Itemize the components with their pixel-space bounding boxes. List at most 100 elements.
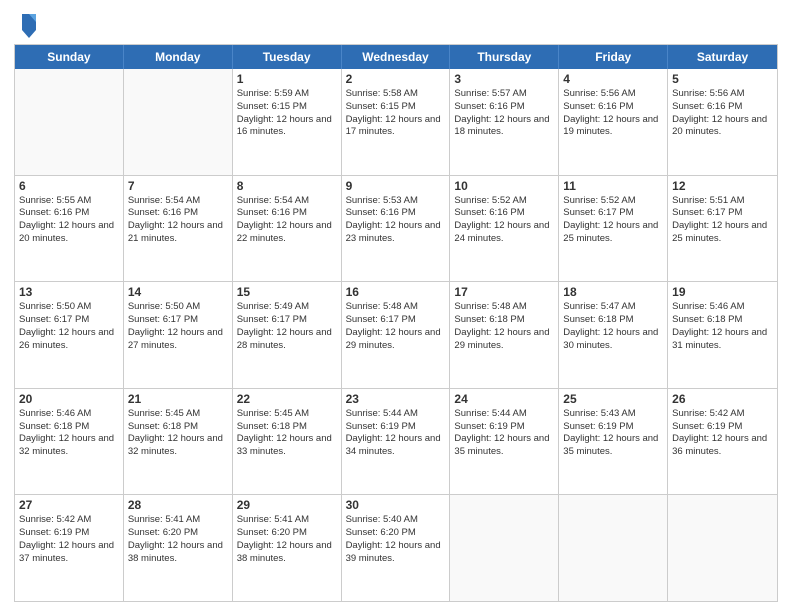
day-info: Sunrise: 5:52 AM Sunset: 6:17 PM Dayligh… <box>563 195 663 246</box>
day-number: 7 <box>128 179 228 193</box>
day-cell-empty-4-6 <box>668 495 777 601</box>
day-number: 12 <box>672 179 773 193</box>
day-number: 13 <box>19 285 119 299</box>
calendar-header: SundayMondayTuesdayWednesdayThursdayFrid… <box>15 45 777 69</box>
day-info: Sunrise: 5:52 AM Sunset: 6:16 PM Dayligh… <box>454 195 554 246</box>
day-info: Sunrise: 5:42 AM Sunset: 6:19 PM Dayligh… <box>19 514 119 565</box>
day-number: 24 <box>454 392 554 406</box>
calendar-row-5: 27 Sunrise: 5:42 AM Sunset: 6:19 PM Dayli… <box>15 494 777 601</box>
day-cell-23: 23 Sunrise: 5:44 AM Sunset: 6:19 PM Dayli… <box>342 389 451 495</box>
day-number: 26 <box>672 392 773 406</box>
day-info: Sunrise: 5:46 AM Sunset: 6:18 PM Dayligh… <box>672 301 773 352</box>
day-cell-11: 11 Sunrise: 5:52 AM Sunset: 6:17 PM Dayli… <box>559 176 668 282</box>
day-number: 5 <box>672 72 773 86</box>
day-number: 20 <box>19 392 119 406</box>
day-number: 11 <box>563 179 663 193</box>
day-cell-15: 15 Sunrise: 5:49 AM Sunset: 6:17 PM Dayli… <box>233 282 342 388</box>
day-info: Sunrise: 5:58 AM Sunset: 6:15 PM Dayligh… <box>346 88 446 139</box>
day-info: Sunrise: 5:41 AM Sunset: 6:20 PM Dayligh… <box>237 514 337 565</box>
day-number: 21 <box>128 392 228 406</box>
day-number: 15 <box>237 285 337 299</box>
day-header-monday: Monday <box>124 45 233 69</box>
day-cell-19: 19 Sunrise: 5:46 AM Sunset: 6:18 PM Dayli… <box>668 282 777 388</box>
day-info: Sunrise: 5:43 AM Sunset: 6:19 PM Dayligh… <box>563 408 663 459</box>
day-number: 29 <box>237 498 337 512</box>
day-info: Sunrise: 5:45 AM Sunset: 6:18 PM Dayligh… <box>128 408 228 459</box>
day-header-saturday: Saturday <box>668 45 777 69</box>
day-header-friday: Friday <box>559 45 668 69</box>
day-info: Sunrise: 5:59 AM Sunset: 6:15 PM Dayligh… <box>237 88 337 139</box>
day-info: Sunrise: 5:50 AM Sunset: 6:17 PM Dayligh… <box>128 301 228 352</box>
day-cell-14: 14 Sunrise: 5:50 AM Sunset: 6:17 PM Dayli… <box>124 282 233 388</box>
day-info: Sunrise: 5:40 AM Sunset: 6:20 PM Dayligh… <box>346 514 446 565</box>
day-info: Sunrise: 5:49 AM Sunset: 6:17 PM Dayligh… <box>237 301 337 352</box>
day-info: Sunrise: 5:50 AM Sunset: 6:17 PM Dayligh… <box>19 301 119 352</box>
day-info: Sunrise: 5:54 AM Sunset: 6:16 PM Dayligh… <box>128 195 228 246</box>
day-info: Sunrise: 5:44 AM Sunset: 6:19 PM Dayligh… <box>346 408 446 459</box>
day-cell-7: 7 Sunrise: 5:54 AM Sunset: 6:16 PM Daylig… <box>124 176 233 282</box>
day-cell-1: 1Sunrise: 5:59 AM Sunset: 6:15 PM Daylig… <box>233 69 342 175</box>
day-number: 25 <box>563 392 663 406</box>
day-number: 28 <box>128 498 228 512</box>
calendar-body: 1Sunrise: 5:59 AM Sunset: 6:15 PM Daylig… <box>15 69 777 601</box>
day-info: Sunrise: 5:44 AM Sunset: 6:19 PM Dayligh… <box>454 408 554 459</box>
day-number: 19 <box>672 285 773 299</box>
day-cell-4: 4Sunrise: 5:56 AM Sunset: 6:16 PM Daylig… <box>559 69 668 175</box>
day-number: 23 <box>346 392 446 406</box>
day-cell-empty-0-1 <box>124 69 233 175</box>
day-header-sunday: Sunday <box>15 45 124 69</box>
day-header-tuesday: Tuesday <box>233 45 342 69</box>
day-cell-26: 26 Sunrise: 5:42 AM Sunset: 6:19 PM Dayli… <box>668 389 777 495</box>
day-number: 16 <box>346 285 446 299</box>
day-info: Sunrise: 5:56 AM Sunset: 6:16 PM Dayligh… <box>563 88 663 139</box>
day-info: Sunrise: 5:48 AM Sunset: 6:18 PM Dayligh… <box>454 301 554 352</box>
day-cell-2: 2Sunrise: 5:58 AM Sunset: 6:15 PM Daylig… <box>342 69 451 175</box>
day-header-wednesday: Wednesday <box>342 45 451 69</box>
day-cell-25: 25 Sunrise: 5:43 AM Sunset: 6:19 PM Dayli… <box>559 389 668 495</box>
day-number: 3 <box>454 72 554 86</box>
calendar-row-4: 20 Sunrise: 5:46 AM Sunset: 6:18 PM Dayli… <box>15 388 777 495</box>
day-info: Sunrise: 5:56 AM Sunset: 6:16 PM Dayligh… <box>672 88 773 139</box>
day-info: Sunrise: 5:47 AM Sunset: 6:18 PM Dayligh… <box>563 301 663 352</box>
calendar: SundayMondayTuesdayWednesdayThursdayFrid… <box>14 44 778 602</box>
day-cell-empty-4-4 <box>450 495 559 601</box>
day-number: 30 <box>346 498 446 512</box>
day-header-thursday: Thursday <box>450 45 559 69</box>
day-number: 27 <box>19 498 119 512</box>
day-number: 6 <box>19 179 119 193</box>
day-cell-8: 8Sunrise: 5:54 AM Sunset: 6:16 PM Daylig… <box>233 176 342 282</box>
day-cell-20: 20 Sunrise: 5:46 AM Sunset: 6:18 PM Dayli… <box>15 389 124 495</box>
day-number: 14 <box>128 285 228 299</box>
day-cell-3: 3Sunrise: 5:57 AM Sunset: 6:16 PM Daylig… <box>450 69 559 175</box>
day-cell-17: 17 Sunrise: 5:48 AM Sunset: 6:18 PM Dayli… <box>450 282 559 388</box>
day-cell-21: 21 Sunrise: 5:45 AM Sunset: 6:18 PM Dayli… <box>124 389 233 495</box>
day-cell-16: 16 Sunrise: 5:48 AM Sunset: 6:17 PM Dayli… <box>342 282 451 388</box>
logo <box>14 10 40 38</box>
day-cell-empty-0-0 <box>15 69 124 175</box>
day-cell-30: 30 Sunrise: 5:40 AM Sunset: 6:20 PM Dayli… <box>342 495 451 601</box>
day-info: Sunrise: 5:41 AM Sunset: 6:20 PM Dayligh… <box>128 514 228 565</box>
day-info: Sunrise: 5:51 AM Sunset: 6:17 PM Dayligh… <box>672 195 773 246</box>
day-info: Sunrise: 5:53 AM Sunset: 6:16 PM Dayligh… <box>346 195 446 246</box>
day-cell-29: 29 Sunrise: 5:41 AM Sunset: 6:20 PM Dayli… <box>233 495 342 601</box>
day-number: 17 <box>454 285 554 299</box>
calendar-row-1: 1Sunrise: 5:59 AM Sunset: 6:15 PM Daylig… <box>15 69 777 175</box>
day-cell-6: 6Sunrise: 5:55 AM Sunset: 6:16 PM Daylig… <box>15 176 124 282</box>
day-info: Sunrise: 5:42 AM Sunset: 6:19 PM Dayligh… <box>672 408 773 459</box>
day-number: 10 <box>454 179 554 193</box>
day-cell-27: 27 Sunrise: 5:42 AM Sunset: 6:19 PM Dayli… <box>15 495 124 601</box>
day-cell-9: 9Sunrise: 5:53 AM Sunset: 6:16 PM Daylig… <box>342 176 451 282</box>
day-cell-24: 24 Sunrise: 5:44 AM Sunset: 6:19 PM Dayli… <box>450 389 559 495</box>
day-info: Sunrise: 5:46 AM Sunset: 6:18 PM Dayligh… <box>19 408 119 459</box>
day-number: 18 <box>563 285 663 299</box>
day-info: Sunrise: 5:48 AM Sunset: 6:17 PM Dayligh… <box>346 301 446 352</box>
calendar-row-3: 13 Sunrise: 5:50 AM Sunset: 6:17 PM Dayli… <box>15 281 777 388</box>
day-cell-empty-4-5 <box>559 495 668 601</box>
day-cell-13: 13 Sunrise: 5:50 AM Sunset: 6:17 PM Dayli… <box>15 282 124 388</box>
day-cell-10: 10 Sunrise: 5:52 AM Sunset: 6:16 PM Dayli… <box>450 176 559 282</box>
day-info: Sunrise: 5:45 AM Sunset: 6:18 PM Dayligh… <box>237 408 337 459</box>
day-info: Sunrise: 5:54 AM Sunset: 6:16 PM Dayligh… <box>237 195 337 246</box>
day-cell-18: 18 Sunrise: 5:47 AM Sunset: 6:18 PM Dayli… <box>559 282 668 388</box>
day-cell-22: 22Sunrise: 5:45 AM Sunset: 6:18 PM Dayli… <box>233 389 342 495</box>
calendar-row-2: 6Sunrise: 5:55 AM Sunset: 6:16 PM Daylig… <box>15 175 777 282</box>
